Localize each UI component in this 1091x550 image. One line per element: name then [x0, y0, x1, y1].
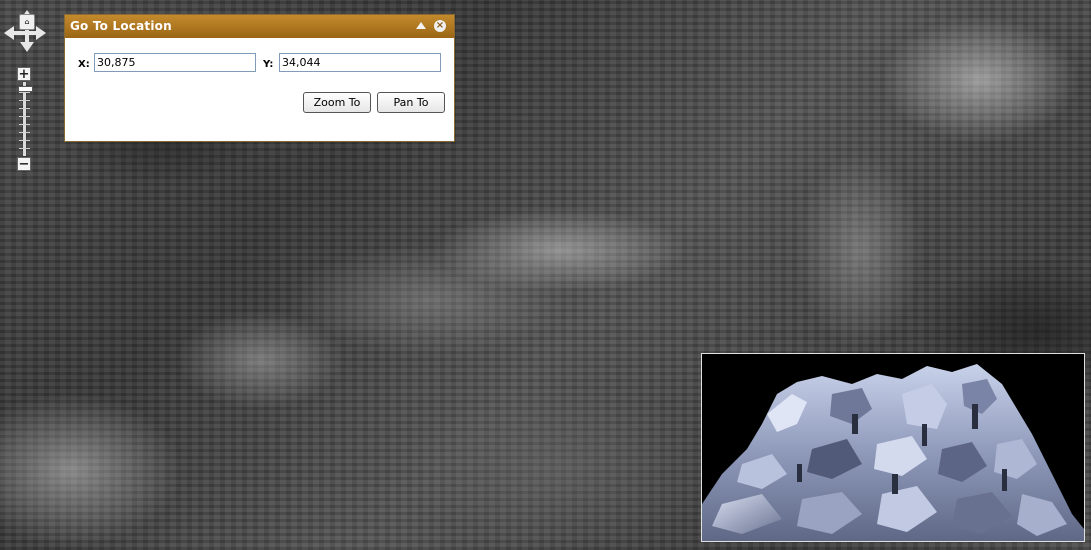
zoom-tick: [19, 116, 30, 117]
x-coordinate-input[interactable]: [94, 53, 256, 72]
zoom-tick: [19, 132, 30, 133]
terrain-3d-view[interactable]: [701, 353, 1085, 542]
zoom-tick: [19, 148, 30, 149]
zoom-tick: [19, 140, 30, 141]
pan-stem-horizontal: [12, 31, 38, 35]
terrain-3d-image: [702, 354, 1084, 541]
pan-control: ⌂: [4, 10, 48, 54]
home-icon[interactable]: ⌂: [19, 14, 35, 30]
go-to-location-dialog: Go To Location × X: Y: Zoom To Pan To: [64, 14, 455, 142]
zoom-tick: [19, 124, 30, 125]
zoom-tick: [19, 108, 30, 109]
x-label: X:: [78, 59, 90, 70]
zoom-to-button[interactable]: Zoom To: [303, 92, 371, 113]
pan-to-button[interactable]: Pan To: [377, 92, 445, 113]
arrow-left-icon[interactable]: [4, 26, 14, 40]
collapse-icon[interactable]: [416, 22, 426, 29]
arrow-down-icon[interactable]: [20, 42, 34, 52]
y-coordinate-input[interactable]: [279, 53, 441, 72]
zoom-tick: [19, 100, 30, 101]
dialog-title: Go To Location: [70, 19, 172, 33]
zoom-slider-track[interactable]: [23, 82, 26, 156]
zoom-out-button[interactable]: −: [17, 157, 31, 171]
arrow-right-icon[interactable]: [36, 26, 46, 40]
zoom-tick: [19, 92, 30, 93]
zoom-in-button[interactable]: +: [17, 67, 31, 81]
zoom-slider-thumb[interactable]: [18, 86, 33, 92]
y-label: Y:: [263, 59, 274, 70]
close-icon[interactable]: ×: [434, 20, 446, 32]
dialog-titlebar[interactable]: Go To Location ×: [65, 15, 454, 38]
